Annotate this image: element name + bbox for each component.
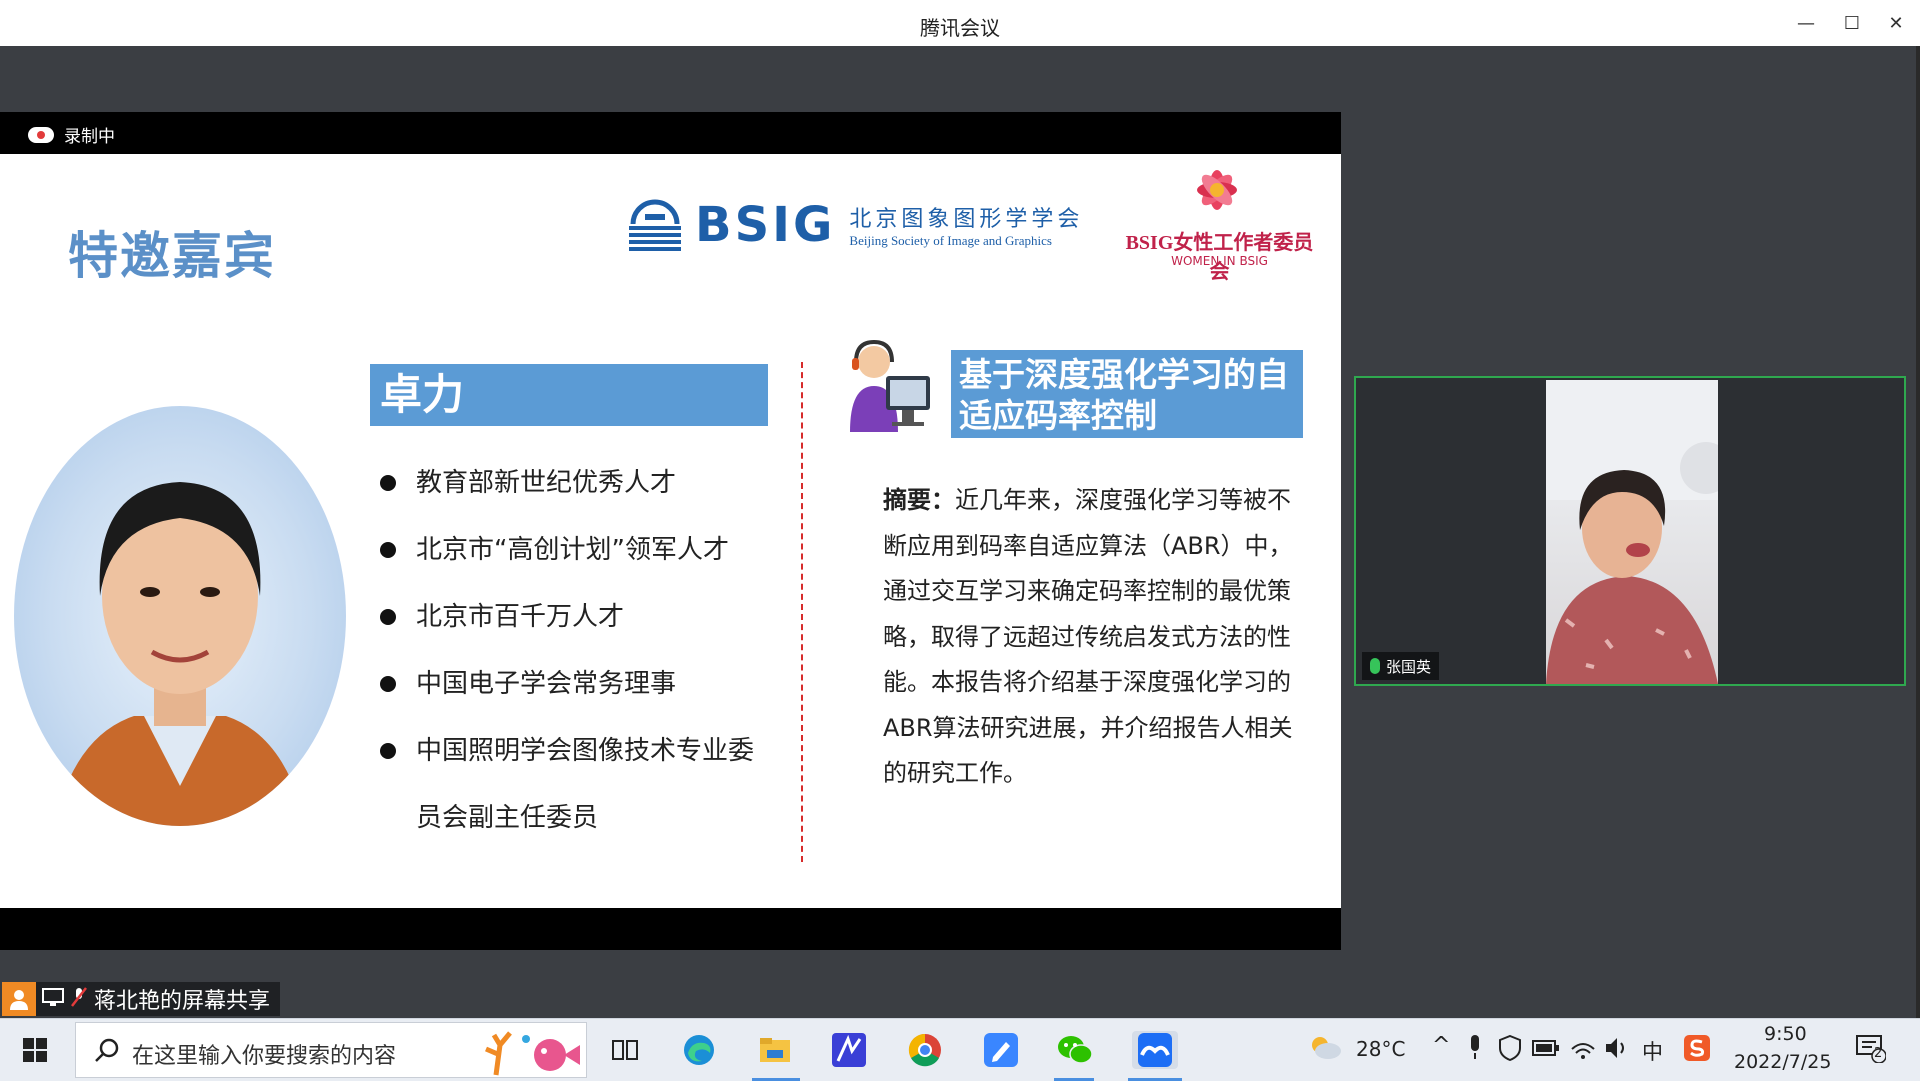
- women-logo-subtitle: WOMEN IN BSIG: [1171, 254, 1268, 268]
- screen-share-indicator[interactable]: 蒋北艳的屏幕共享: [2, 982, 281, 1016]
- abstract-label: 摘要：: [883, 486, 955, 514]
- taskbar-tencent-meeting[interactable]: [1132, 1031, 1178, 1069]
- talk-abstract: 摘要：近几年来，深度强化学习等被不断应用到码率自适应算法（ABR）中，通过交互学…: [883, 478, 1293, 797]
- clock-date[interactable]: 2022/7/25: [1734, 1051, 1831, 1073]
- bsig-logo: BSIG 北京图象图形学学会 Beijing Society of Image …: [625, 194, 1083, 256]
- chart-app-icon: [832, 1033, 866, 1067]
- mic-active-icon: [1370, 658, 1380, 674]
- notification-count: 2: [1874, 1046, 1883, 1061]
- panel-edge: [1916, 46, 1920, 1018]
- windows-logo-icon: [23, 1038, 47, 1062]
- speaker-name: 卓力: [370, 364, 768, 426]
- muted-mic-icon: [70, 986, 88, 1012]
- bsig-name-cn: 北京图象图形学学会: [849, 207, 1084, 232]
- participant-name: 张国英: [1386, 657, 1432, 676]
- list-item: 北京市“高创计划”领军人才: [378, 517, 798, 584]
- screen-share-icon: [42, 987, 64, 1011]
- user-avatar-icon: [2, 982, 36, 1016]
- start-button[interactable]: [16, 1031, 54, 1069]
- taskbar-edge[interactable]: [680, 1031, 718, 1069]
- presentation-slide: 特邀嘉宾 BSIG 北京图象图形学学会 Beijing Society of I…: [0, 154, 1341, 908]
- clock-time[interactable]: 9:50: [1764, 1023, 1807, 1045]
- microphone-icon[interactable]: [1468, 1035, 1482, 1061]
- slide-heading: 特邀嘉宾: [68, 227, 276, 285]
- taskbar-search-box[interactable]: 在这里输入你要搜索的内容: [75, 1022, 587, 1078]
- list-item: 北京市百千万人才: [378, 584, 798, 651]
- folder-icon: [760, 1038, 790, 1062]
- weather-cloud-icon: [1312, 1037, 1341, 1059]
- window-title: 腾讯会议: [920, 16, 1000, 40]
- bsig-name-en: Beijing Society of Image and Graphics: [849, 233, 1052, 248]
- search-input[interactable]: 在这里输入你要搜索的内容: [132, 1038, 396, 1070]
- chevron-up-icon[interactable]: ^: [1432, 1033, 1450, 1058]
- recording-label: 录制中: [64, 127, 115, 147]
- bullet-icon: [380, 743, 396, 759]
- bullet-icon: [380, 542, 396, 558]
- search-highlight-illustration-icon: [485, 1031, 580, 1076]
- bsig-acronym: BSIG: [695, 197, 836, 253]
- list-item: 教育部新世纪优秀人才: [378, 450, 798, 517]
- note-app-icon: [984, 1033, 1018, 1067]
- battery-icon[interactable]: [1532, 1039, 1560, 1057]
- list-item: 中国电子学会常务理事: [378, 651, 798, 718]
- taskbar-feishu[interactable]: [982, 1031, 1020, 1069]
- participant-video-tile[interactable]: 张国英: [1354, 376, 1906, 686]
- cloud-record-icon: [28, 126, 54, 143]
- bsig-emblem-icon: [629, 199, 681, 251]
- talk-title: 基于深度强化学习的自适应码率控制: [951, 350, 1303, 438]
- minimize-icon: —: [1797, 12, 1815, 34]
- bullet-icon: [380, 676, 396, 692]
- shield-icon[interactable]: [1498, 1035, 1522, 1061]
- taskbar-app-meta[interactable]: [830, 1031, 868, 1069]
- participant-video: [1546, 380, 1718, 684]
- edge-browser-icon: [684, 1035, 714, 1065]
- women-in-bsig-logo: BSIG女性工作者委员会 WOMEN IN BSIG: [1122, 160, 1317, 283]
- maximize-icon: ☐: [1843, 12, 1861, 34]
- taskbar-file-explorer[interactable]: [756, 1031, 794, 1069]
- task-view-icon: [612, 1040, 638, 1060]
- window-title-bar: 腾讯会议 — ☐ ✕: [0, 0, 1920, 47]
- maximize-button[interactable]: ☐: [1832, 6, 1872, 40]
- sogou-ime-icon[interactable]: [1684, 1035, 1710, 1061]
- recording-bar: 录制中: [0, 112, 1341, 154]
- task-view-button[interactable]: [606, 1031, 644, 1069]
- bullet-icon: [380, 475, 396, 491]
- windows-taskbar: 在这里输入你要搜索的内容 28°C ^ 中 9:50 2022/7/25 2: [0, 1018, 1920, 1081]
- speaker-credentials: 教育部新世纪优秀人才 北京市“高创计划”领军人才 北京市百千万人才 中国电子学会…: [378, 450, 798, 852]
- bullet-icon: [380, 609, 396, 625]
- wechat-icon: [1058, 1036, 1093, 1064]
- slide-bottom-bar: [0, 908, 1341, 950]
- input-method-indicator[interactable]: 中: [1642, 1036, 1663, 1066]
- abstract-text: 近几年来，深度强化学习等被不断应用到码率自适应算法（ABR）中，通过交互学习来确…: [883, 486, 1293, 787]
- dashed-divider: [801, 362, 803, 862]
- chrome-browser-icon: [908, 1033, 941, 1067]
- close-button[interactable]: ✕: [1876, 6, 1916, 40]
- tencent-meeting-icon: [1138, 1033, 1172, 1067]
- list-item: 中国照明学会图像技术专业委: [378, 718, 798, 785]
- volume-icon[interactable]: [1604, 1035, 1628, 1061]
- taskbar-wechat[interactable]: [1056, 1031, 1094, 1069]
- flower-icon: [1197, 170, 1237, 210]
- search-icon: [95, 1038, 119, 1062]
- taskbar-chrome[interactable]: [906, 1031, 944, 1069]
- wifi-icon[interactable]: [1570, 1035, 1596, 1061]
- screen-share-label: 蒋北艳的屏幕共享: [94, 989, 271, 1014]
- list-item-continuation: 员会副主任委员: [416, 803, 599, 833]
- close-icon: ✕: [1888, 12, 1904, 34]
- presenter-computer-icon: [850, 340, 930, 432]
- speaker-portrait: [14, 406, 346, 826]
- minimize-button[interactable]: —: [1786, 6, 1826, 40]
- weather-temperature[interactable]: 28°C: [1356, 1037, 1405, 1061]
- participant-name-tag: 张国英: [1362, 652, 1440, 680]
